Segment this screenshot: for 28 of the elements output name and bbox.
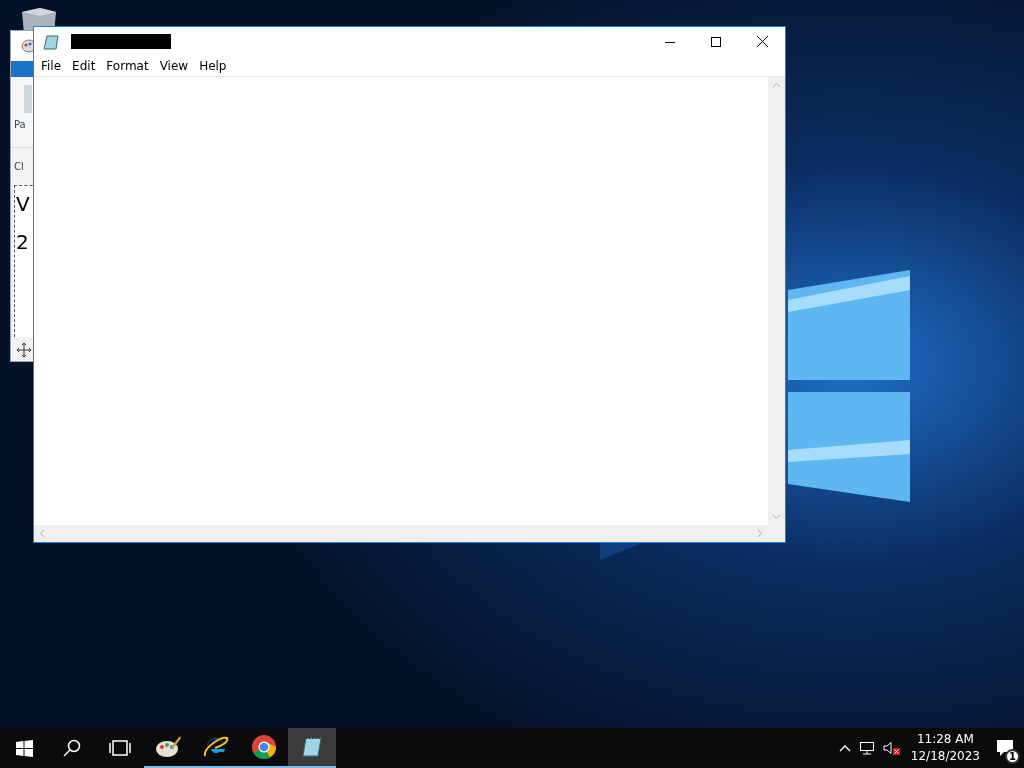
notification-count: 1	[1005, 749, 1020, 764]
search-icon	[63, 739, 81, 757]
canvas-text: V	[16, 191, 31, 218]
menu-item[interactable]: View	[154, 59, 195, 73]
task-view-icon	[109, 740, 131, 756]
network-icon[interactable]	[858, 741, 875, 755]
clock-time: 11:28 AM	[916, 731, 974, 748]
browser-logo-icon	[251, 734, 277, 760]
menu-item[interactable]: File	[36, 59, 68, 73]
menu-item[interactable]: Edit	[67, 59, 102, 73]
palette-icon	[155, 735, 181, 759]
notepad-icon	[300, 735, 324, 759]
taskbar-app-button[interactable]	[288, 728, 336, 768]
chevron-up-icon[interactable]	[838, 744, 851, 752]
menu-item[interactable]: Help	[194, 59, 233, 73]
paste-icon	[24, 85, 32, 113]
close-icon	[756, 36, 768, 47]
clock[interactable]: 11:28 AM 12/18/2023	[904, 731, 986, 765]
maximize-icon	[711, 36, 721, 47]
speaker-muted-icon[interactable]	[882, 741, 901, 755]
clock-date: 12/18/2023	[910, 748, 980, 765]
paste-label: Pa	[14, 119, 26, 130]
clipboard-label: Cl	[14, 161, 24, 172]
menu-item[interactable]: Format	[101, 59, 155, 73]
move-icon	[17, 343, 31, 357]
windows-logo-icon	[15, 739, 33, 757]
notepad-icon	[43, 33, 59, 50]
canvas-text: 2	[16, 229, 30, 256]
